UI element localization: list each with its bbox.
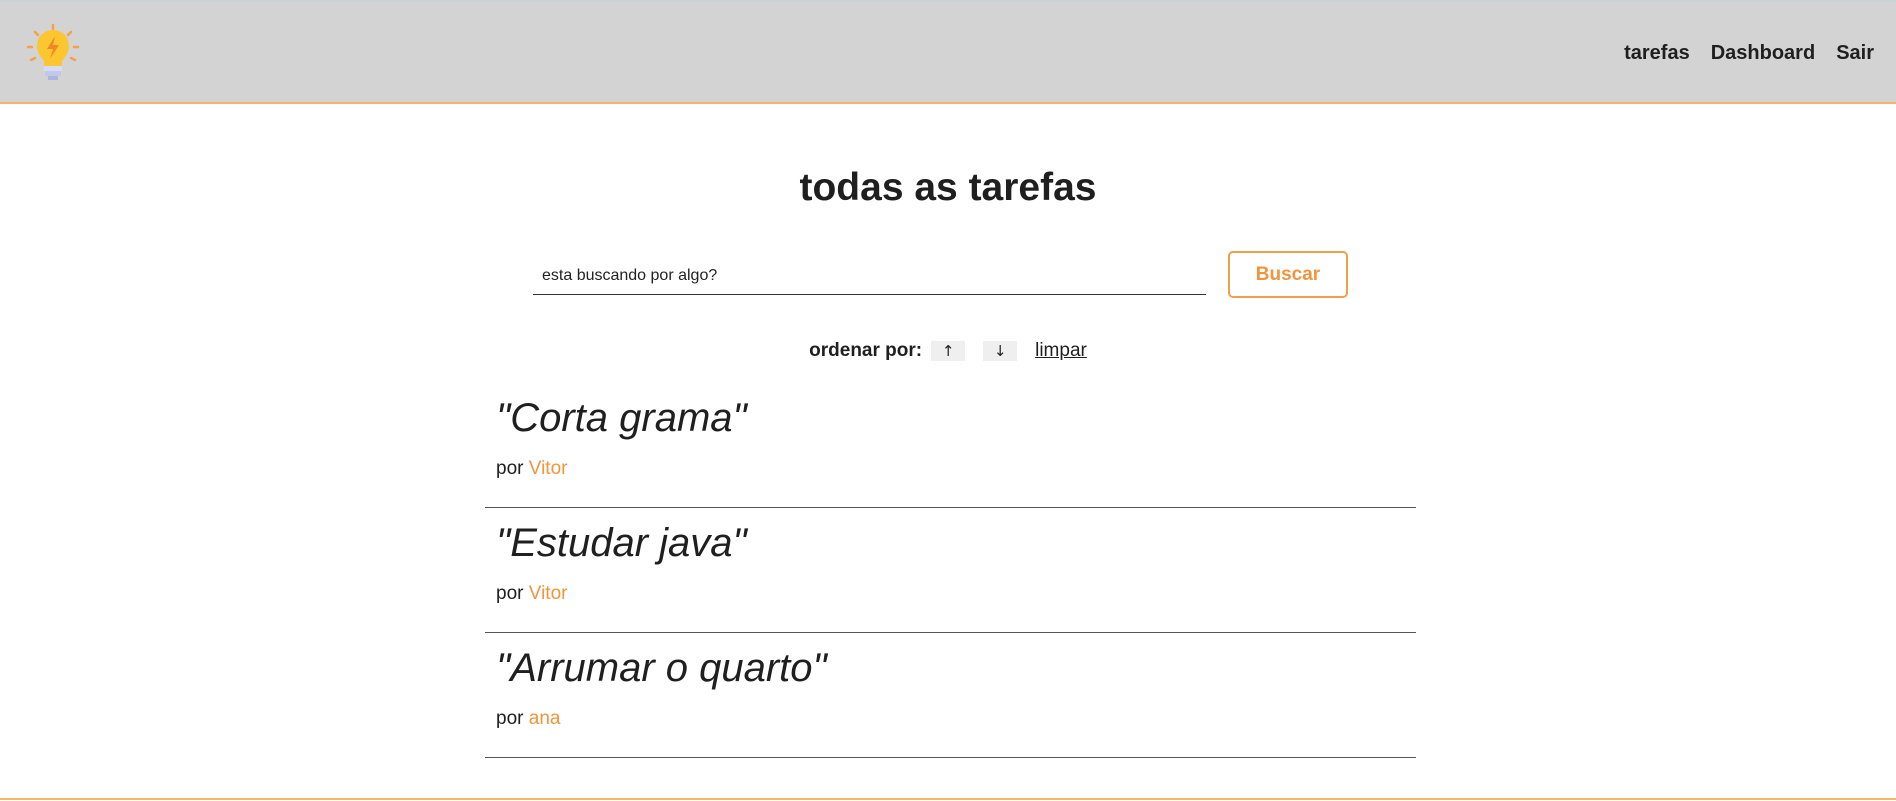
sort-label: ordenar por: — [809, 340, 923, 361]
nav-links: tarefas Dashboard Sair — [1624, 42, 1874, 65]
task-by-label: por — [496, 708, 524, 729]
lightbulb-icon[interactable] — [26, 24, 80, 82]
task-title: "Arrumar o quarto" — [496, 646, 827, 690]
clear-sort-link[interactable]: limpar — [1035, 340, 1087, 362]
nav-link-tarefas[interactable]: tarefas — [1624, 42, 1690, 65]
task-author-line: por Vitor — [496, 458, 567, 480]
navbar: tarefas Dashboard Sair — [0, 0, 1896, 104]
task-by-label: por — [496, 458, 524, 479]
nav-link-sair[interactable]: Sair — [1836, 42, 1874, 65]
task-author-link[interactable]: Vitor — [529, 583, 568, 604]
task-item: "Corta grama" por Vitor — [485, 384, 1416, 508]
task-item: "Arrumar o quarto" por ana — [485, 634, 1416, 758]
task-author-link[interactable]: ana — [529, 708, 561, 729]
sort-ascending-button[interactable]: ↑ — [931, 341, 966, 361]
task-by-label: por — [496, 583, 524, 604]
sort-bar: ordenar por: ↑ ↓ limpar — [0, 340, 1896, 362]
task-list: "Corta grama" por Vitor "Estudar java" p… — [485, 384, 1416, 759]
task-author-line: por ana — [496, 708, 560, 730]
search-input[interactable] — [533, 257, 1206, 295]
task-item: "Estudar java" por Vitor — [485, 509, 1416, 633]
sort-descending-button[interactable]: ↓ — [983, 341, 1018, 361]
task-author-link[interactable]: Vitor — [529, 458, 568, 479]
main-content: todas as tarefas Buscar ordenar por: ↑ ↓… — [0, 104, 1896, 797]
footer-divider — [0, 798, 1896, 800]
task-author-line: por Vitor — [496, 583, 567, 605]
page-title: todas as tarefas — [799, 166, 1097, 209]
task-title: "Estudar java" — [496, 521, 747, 565]
task-title: "Corta grama" — [496, 396, 747, 440]
nav-link-dashboard[interactable]: Dashboard — [1711, 42, 1815, 65]
search-button[interactable]: Buscar — [1228, 251, 1348, 298]
